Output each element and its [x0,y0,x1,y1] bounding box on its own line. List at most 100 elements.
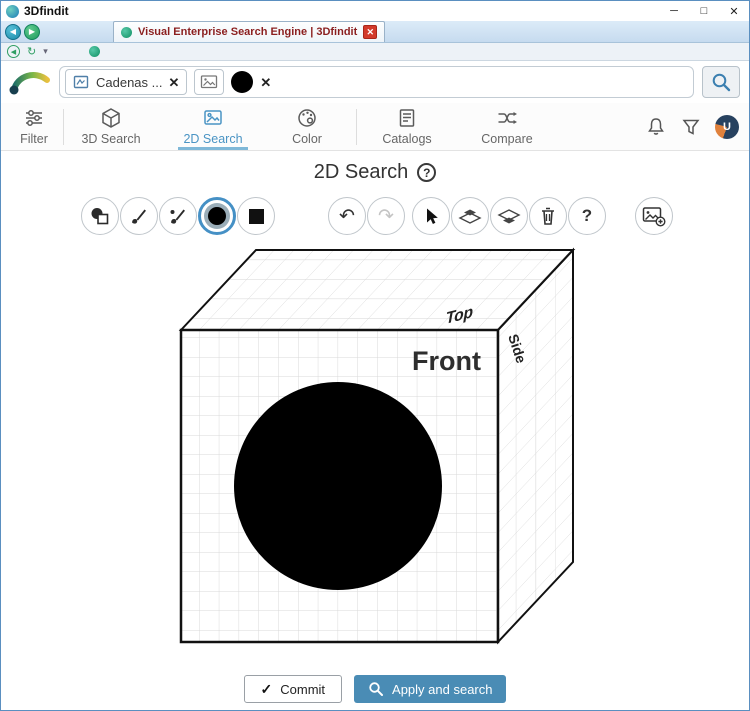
search-box: Cadenas ... ✕ ✕ [59,66,694,98]
close-button[interactable]: ✕ [719,1,749,21]
sketch-circle-token [231,71,254,93]
browser-tabbar: ◀ ▶ Visual Enterprise Search Engine | 3D… [1,21,749,43]
layer-up-icon [458,209,482,224]
redo-icon: ↷ [378,205,394,227]
cursor-icon [427,208,438,224]
commit-button[interactable]: ✓ Commit [243,675,343,703]
circle-tool-button[interactable] [198,197,236,235]
nav-item-2d-search[interactable]: 2D Search [174,103,252,150]
nav-divider [356,109,357,145]
page-title: 2D Search [313,161,409,183]
remove-sketch-token-button[interactable]: ✕ [260,76,271,89]
heading-row: 2D Search ? [1,151,749,190]
filled-circle-icon [208,207,226,225]
brush-dot-icon [170,209,185,224]
refresh-icon[interactable]: ↻ [27,45,36,58]
bell-icon[interactable] [645,116,667,138]
brush-icon [132,209,146,224]
tab-title: Visual Enterprise Search Engine | 3Dfind… [138,26,358,38]
sketch-canvas[interactable]: Front Top Side [1,240,749,661]
nav-label: 2D Search [183,132,243,146]
3dfindit-logo [9,72,50,95]
nav-label: Compare [481,132,533,146]
main-nav: Filter 3D Search 2D Search Color Catalog… [1,103,749,151]
send-backward-button[interactable] [490,197,528,235]
add-image-icon [642,206,666,227]
nav-item-compare[interactable]: Compare [475,103,539,150]
catalog-icon [399,109,415,127]
sketch-toolbar: ↶ ↷ ? [1,194,749,238]
compare-icon [498,112,517,124]
shape-tool-button[interactable] [81,197,119,235]
nav-item-filter[interactable]: Filter [5,103,63,150]
apply-and-search-button[interactable]: Apply and search [354,675,507,703]
check-icon: ✓ [260,680,273,697]
select-tool-button[interactable] [412,197,450,235]
palette-icon [298,109,316,127]
tool-help-button[interactable]: ? [568,197,606,235]
undo-button[interactable]: ↶ [328,197,366,235]
titlebar: 3Dfindit ─ □ ✕ [1,1,749,21]
undo-icon: ↶ [339,205,355,227]
front-face-label: Front [412,346,481,376]
nav-item-catalogs[interactable]: Catalogs [375,103,439,150]
brush-tool-button[interactable] [120,197,158,235]
search-icon [712,73,731,92]
tab-favicon-icon [121,26,132,38]
toolbar-back-icon[interactable]: ◀ [7,45,20,58]
search-button[interactable] [702,66,740,98]
trash-icon [542,207,554,225]
dropdown-caret-icon[interactable]: ▾ [43,46,48,57]
catalog-chip-label: Cadenas ... [96,74,163,90]
add-image-button[interactable] [635,197,673,235]
filter-sliders-icon [26,110,42,126]
nav-right-actions: U [645,103,749,150]
filled-square-icon [248,208,264,224]
maximize-button[interactable]: □ [689,1,719,21]
layer-down-icon [497,208,521,223]
apply-label: Apply and search [392,681,493,697]
user-avatar[interactable]: U [715,114,739,139]
filter-funnel-icon[interactable] [681,117,701,137]
detail-brush-tool-button[interactable] [159,197,197,235]
nav-label: Catalogs [382,132,432,146]
rectangle-tool-button[interactable] [237,197,275,235]
sketch-thumbnail-button[interactable] [194,69,225,95]
nav-label: Color [292,132,322,146]
window-title: 3Dfindit [24,4,69,18]
drawn-circle[interactable] [234,382,442,590]
delete-sketch-button[interactable] [529,197,567,235]
nav-label: 3D Search [81,132,141,146]
nav-label: Filter [20,132,48,146]
browser-tab[interactable]: Visual Enterprise Search Engine | 3Dfind… [113,21,386,42]
browser-back-button[interactable]: ◀ [5,23,21,40]
nav-item-color[interactable]: Color [276,103,338,150]
search-row: Cadenas ... ✕ ✕ [1,61,749,103]
app-window: 3Dfindit ─ □ ✕ ◀ ▶ Visual Enterprise Sea… [0,0,750,711]
image-icon [201,75,218,89]
search-icon [369,682,384,696]
help-icon: ? [581,206,593,225]
nav-item-3d-search[interactable]: 3D Search [72,103,150,150]
browser-forward-button[interactable]: ▶ [24,23,40,40]
remove-catalog-chip-button[interactable]: ✕ [169,76,180,89]
bring-forward-button[interactable] [451,197,489,235]
minimize-button[interactable]: ─ [659,1,689,21]
catalog-filter-chip[interactable]: Cadenas ... ✕ [65,69,188,95]
shapes-icon [91,208,109,225]
window-controls: ─ □ ✕ [659,1,749,21]
footer-actions: ✓ Commit Apply and search [1,675,749,703]
redo-button[interactable]: ↷ [367,197,405,235]
app-icon [6,4,19,18]
catalog-chip-icon [73,75,89,89]
cube-icon [102,108,120,128]
search-input[interactable] [278,67,688,97]
tab-close-button[interactable]: ✕ [363,25,378,39]
site-favicon-icon [88,46,100,57]
page-help-button[interactable]: ? [417,163,437,182]
image-frame-icon [204,110,222,125]
nav-divider [63,109,64,145]
browser-toolbar: ◀ ↻ ▾ [1,43,749,61]
avatar-initial: U [723,120,731,133]
commit-label: Commit [280,681,326,697]
